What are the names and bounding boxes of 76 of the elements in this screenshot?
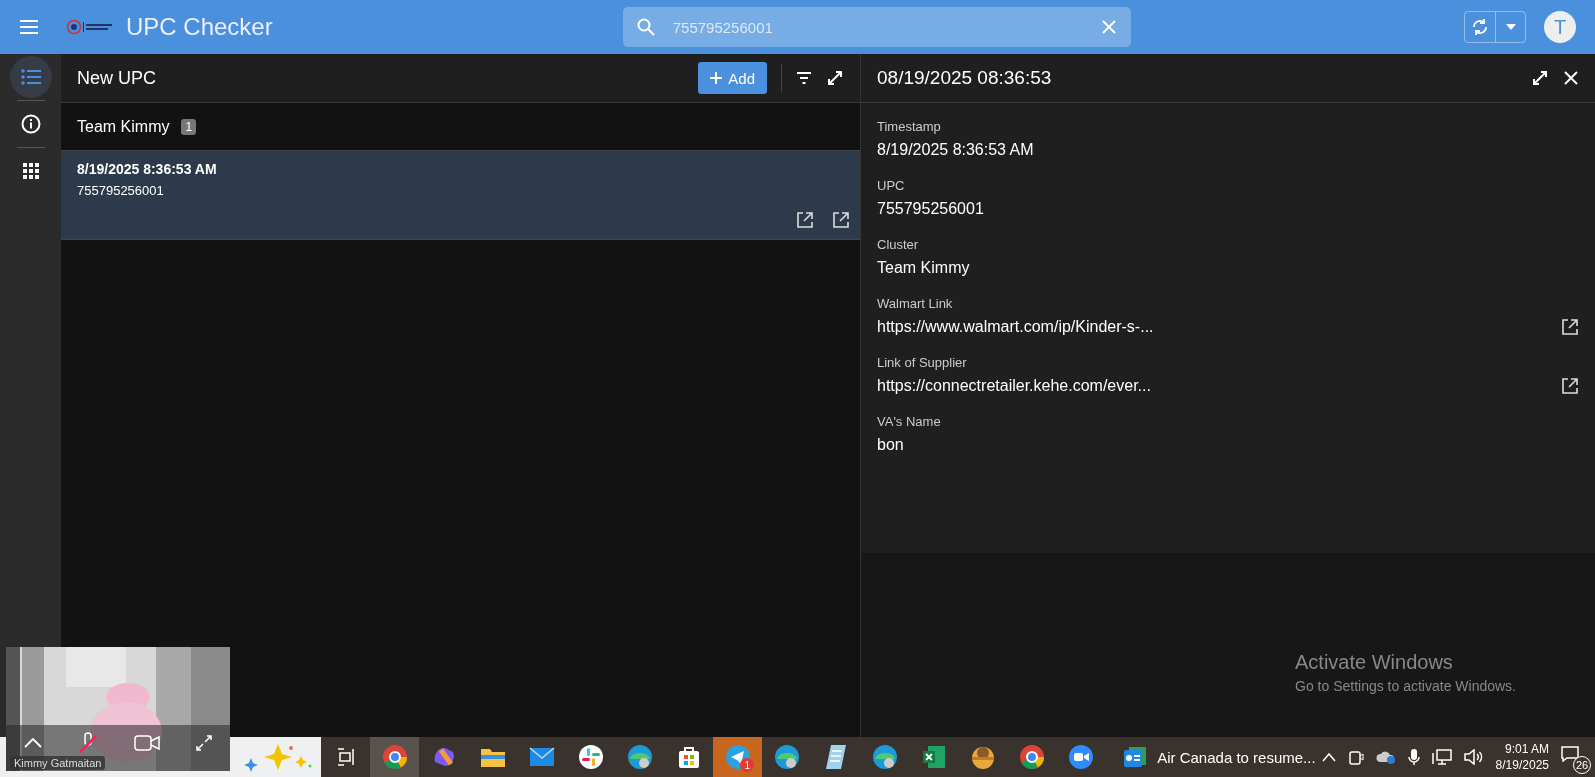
expand-icon[interactable] <box>1531 69 1549 87</box>
field-label: Timestamp <box>877 119 942 134</box>
taskbar-app[interactable] <box>370 737 420 777</box>
notification-count: 26 <box>1573 756 1591 774</box>
muted-microphone-icon[interactable] <box>78 732 98 754</box>
microphone-icon[interactable] <box>1407 748 1420 766</box>
browser-icon <box>381 744 408 770</box>
record-timestamp: 8/19/2025 8:36:53 AM <box>77 161 218 177</box>
field-label: Cluster <box>877 237 920 252</box>
wave-icon <box>626 744 653 770</box>
wave-icon <box>773 744 800 770</box>
group-name: Team Kimmy <box>77 117 170 136</box>
message-icon <box>1561 746 1579 762</box>
browser-icon <box>1018 744 1045 770</box>
chevron-up-icon[interactable] <box>24 738 42 748</box>
field-label: Link of Supplier <box>877 355 968 370</box>
external-link-icon[interactable] <box>1561 318 1579 336</box>
caret-icon <box>1505 24 1516 30</box>
count-badge: 1 <box>181 118 197 135</box>
panel-title: New UPC <box>77 67 157 89</box>
taskbar-app[interactable]: 1 <box>713 737 763 777</box>
volume-icon[interactable] <box>1463 749 1484 765</box>
wave-icon <box>871 744 898 770</box>
menu-icon <box>19 19 39 35</box>
close-icon[interactable] <box>1563 70 1579 86</box>
external-link-icon[interactable] <box>1561 377 1579 395</box>
record-upc: 755795256001 <box>77 183 165 198</box>
network-icon[interactable] <box>1431 749 1452 765</box>
folder-icon <box>479 746 506 768</box>
notifications-button[interactable]: 26 <box>1561 740 1589 774</box>
detail-title: 08/19/2025 08:36:53 <box>877 67 1053 89</box>
field-label: VA's Name <box>877 414 942 429</box>
grid-icon <box>22 163 39 179</box>
camera-icon[interactable] <box>1347 748 1364 766</box>
field-value: bon <box>877 436 904 454</box>
hash-icon <box>578 745 603 769</box>
shopping-bag-icon <box>676 745 701 769</box>
clock-time: 9:01 AM <box>1504 742 1549 756</box>
news-icon <box>1123 746 1148 768</box>
field-link[interactable]: https://www.walmart.com/ip/Kinder-s-... <box>877 318 1154 336</box>
rail-list-button[interactable] <box>9 56 52 98</box>
expand-icon[interactable] <box>196 735 212 751</box>
task-view-icon <box>335 747 356 767</box>
list-icon <box>20 69 41 85</box>
cloud-icon[interactable] <box>1375 749 1396 765</box>
search-icon <box>636 18 655 36</box>
expand-icon[interactable] <box>826 69 844 87</box>
record-row[interactable]: 8/19/2025 8:36:53 AM 755795256001 <box>61 151 860 240</box>
spreadsheet-icon <box>921 745 946 769</box>
sparkles-icon[interactable] <box>243 742 314 772</box>
external-link-icon[interactable] <box>796 211 814 229</box>
field-value: 755795256001 <box>877 200 984 218</box>
news-widget[interactable]: Air Canada to resume... <box>1117 745 1322 769</box>
plus-icon <box>710 72 723 84</box>
envelope-icon <box>528 747 555 767</box>
notification-badge: 1 <box>740 758 755 772</box>
info-icon <box>20 114 41 134</box>
field-label: Walmart Link <box>877 296 954 311</box>
activation-title: Activate Windows <box>1295 651 1454 674</box>
clock-date: 8/19/2025 <box>1495 758 1549 772</box>
search-text: 755795256001 <box>672 18 774 36</box>
clock[interactable]: 9:01 AM 8/19/2025 <box>1495 742 1549 772</box>
notepad-icon <box>824 744 847 770</box>
app-title: UPC Checker <box>126 13 273 41</box>
participant-name: Kimmy Gatmaitan <box>10 756 106 770</box>
sync-icon <box>1471 18 1489 36</box>
field-label: UPC <box>877 178 906 193</box>
field-link[interactable]: https://connectretailer.kehe.com/ever... <box>877 377 1151 395</box>
video-camera-icon[interactable] <box>134 735 160 751</box>
external-link-icon[interactable] <box>832 211 850 229</box>
field-value: Team Kimmy <box>877 259 970 277</box>
chevron-up-icon[interactable] <box>1321 752 1336 762</box>
activation-text: Go to Settings to activate Windows. <box>1295 678 1517 694</box>
camera-app-icon <box>1067 744 1094 770</box>
filter-icon[interactable] <box>796 72 812 84</box>
field-value: 8/19/2025 8:36:53 AM <box>877 141 1034 159</box>
